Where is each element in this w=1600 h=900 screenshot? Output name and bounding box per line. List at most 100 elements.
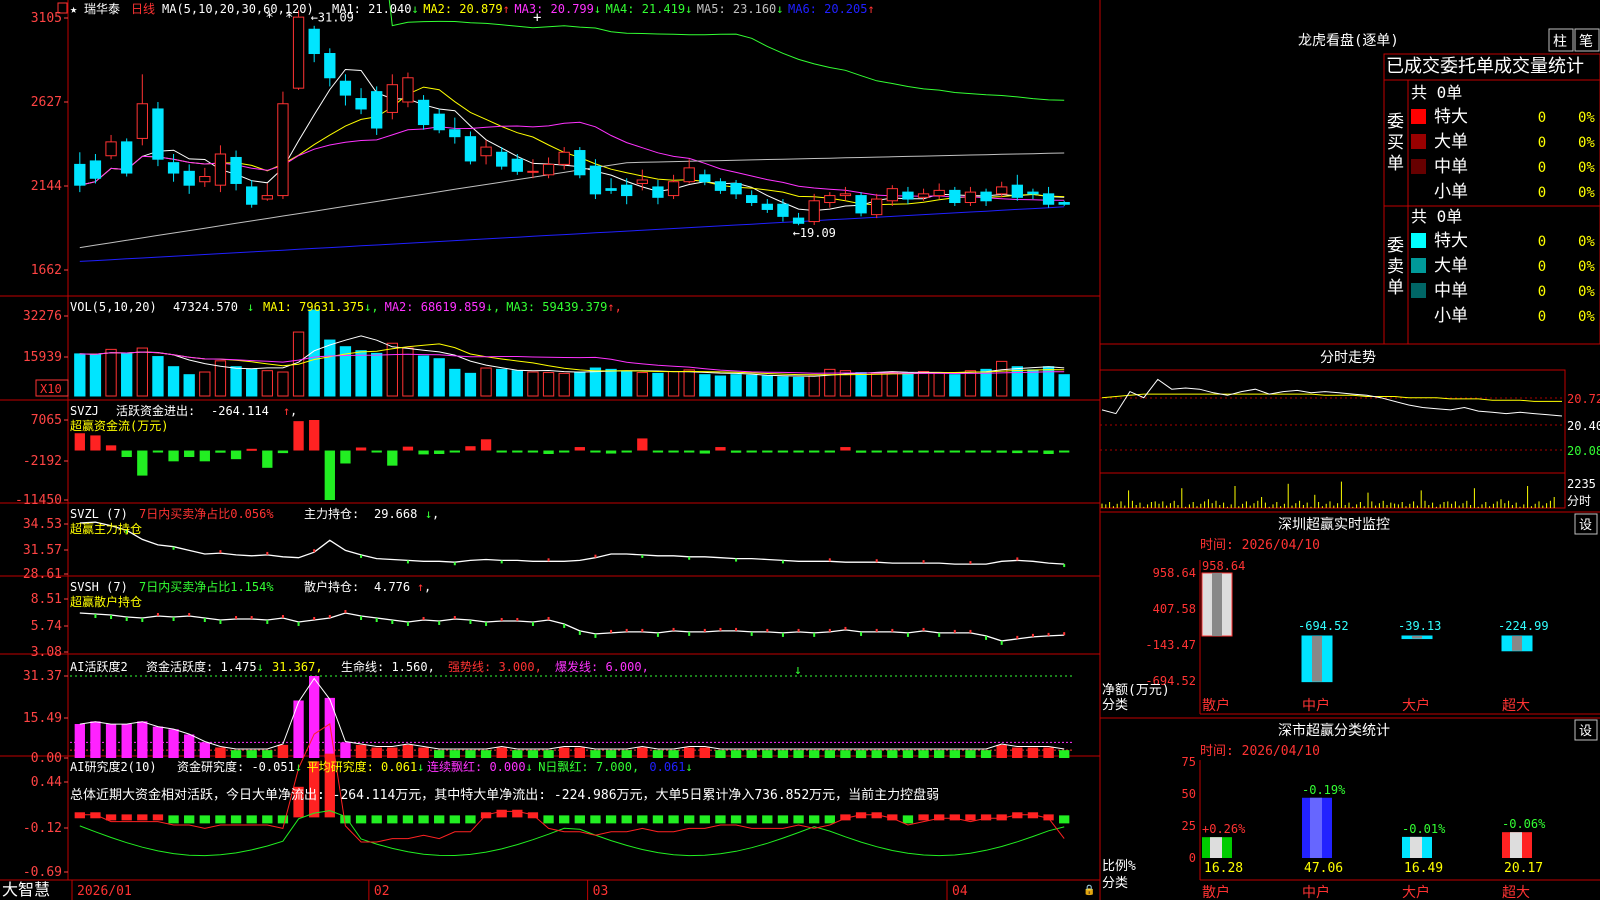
volume-bar[interactable] <box>808 375 820 397</box>
volume-bar[interactable] <box>230 366 242 397</box>
fund-flow-bar[interactable] <box>480 439 492 451</box>
candle[interactable] <box>746 190 758 206</box>
volume-bar[interactable] <box>199 371 211 397</box>
activity-bar[interactable] <box>590 750 601 758</box>
volume-bar[interactable] <box>792 376 805 397</box>
volume-bar[interactable] <box>1027 369 1039 397</box>
fund-flow-bar[interactable] <box>996 450 1007 453</box>
fund-flow-bar[interactable] <box>902 450 914 453</box>
realtime-bar[interactable] <box>1201 572 1233 637</box>
activity-bar[interactable] <box>605 750 617 758</box>
volume-bar[interactable] <box>667 370 680 397</box>
volume-bar[interactable] <box>1042 366 1055 397</box>
fund-flow-bar[interactable] <box>621 450 632 453</box>
activity-bar[interactable] <box>840 750 851 758</box>
research-bar[interactable] <box>715 815 726 824</box>
candle[interactable] <box>683 159 695 184</box>
activity-bar[interactable] <box>465 750 476 758</box>
candle[interactable] <box>871 193 883 219</box>
fund-flow-bar[interactable] <box>809 450 820 453</box>
candle[interactable] <box>511 154 523 175</box>
activity-bar[interactable] <box>746 750 757 758</box>
activity-bar[interactable] <box>230 750 242 758</box>
activity-bar[interactable] <box>74 724 85 758</box>
activity-bar[interactable] <box>1059 750 1070 758</box>
fund-flow-bar[interactable] <box>371 450 382 453</box>
fund-flow-bar[interactable] <box>980 450 992 453</box>
ai-activity-panel[interactable]: 31.37 15.49 0.00 资金活跃度: 1.475↓ 31.367, 生命线: 1… <box>23 659 1072 766</box>
fund-flow-bar[interactable] <box>746 450 757 453</box>
research-bar[interactable] <box>762 815 773 824</box>
volume-bar[interactable] <box>933 372 945 397</box>
activity-bar[interactable] <box>527 750 539 758</box>
volume-bar[interactable] <box>480 367 492 397</box>
candle[interactable] <box>714 178 727 194</box>
fund-flow-bar[interactable] <box>855 450 867 453</box>
candle[interactable] <box>261 183 273 201</box>
research-bar[interactable] <box>246 815 257 824</box>
activity-bar[interactable] <box>184 734 195 758</box>
volume-bar[interactable] <box>527 371 539 397</box>
volume-bar[interactable] <box>636 372 648 397</box>
activity-bar[interactable] <box>793 750 804 758</box>
candle[interactable] <box>277 91 289 200</box>
volume-bar[interactable] <box>871 372 883 397</box>
research-bar[interactable] <box>918 814 929 821</box>
activity-bar[interactable] <box>105 724 117 758</box>
fund-flow-bar[interactable] <box>605 450 617 454</box>
volume-bar[interactable] <box>246 368 258 397</box>
activity-bar[interactable] <box>262 750 273 758</box>
fund-flow-bar[interactable] <box>121 450 132 458</box>
research-bar[interactable] <box>512 809 523 818</box>
volume-bar[interactable] <box>761 375 773 397</box>
research-bar[interactable] <box>605 815 617 824</box>
fund-flow-bar[interactable] <box>777 450 789 453</box>
fund-flow-bar[interactable] <box>293 421 304 451</box>
volume-bar[interactable] <box>1058 374 1070 397</box>
fund-flow-bar[interactable] <box>355 447 367 451</box>
activity-bar[interactable] <box>668 750 679 758</box>
volume-bar[interactable] <box>996 360 1008 397</box>
research-bar[interactable] <box>559 815 570 824</box>
candle[interactable] <box>292 10 305 90</box>
volume-bar[interactable] <box>136 347 148 397</box>
fund-flow-bar[interactable] <box>340 450 351 464</box>
fund-flow-bar[interactable] <box>90 435 101 451</box>
candle[interactable] <box>214 145 227 193</box>
fund-flow-bar[interactable] <box>934 450 945 453</box>
research-bar[interactable] <box>699 815 710 824</box>
volume-bar[interactable] <box>949 374 961 397</box>
research-bar[interactable] <box>777 815 789 824</box>
fund-flow-bar[interactable] <box>1012 450 1023 454</box>
activity-bar[interactable] <box>449 750 460 758</box>
research-bar[interactable] <box>277 815 289 824</box>
research-bar[interactable] <box>1059 815 1070 824</box>
candle[interactable] <box>839 186 852 201</box>
research-bar[interactable] <box>574 815 585 824</box>
volume-bar[interactable] <box>886 371 898 397</box>
fund-flow-bar[interactable] <box>965 450 976 453</box>
research-bar[interactable] <box>746 815 757 824</box>
volume-bar[interactable] <box>542 372 555 397</box>
candle[interactable] <box>433 108 445 134</box>
research-bar[interactable] <box>434 815 445 824</box>
realtime-bar[interactable] <box>1401 635 1433 640</box>
lock-icon[interactable]: 🔒 <box>1083 884 1095 896</box>
volume-bar[interactable] <box>699 374 711 397</box>
classify-bar[interactable] <box>1402 836 1432 858</box>
fund-flow-bar[interactable] <box>230 450 242 460</box>
volume-bar[interactable] <box>183 374 195 397</box>
volume-bar[interactable] <box>683 369 695 397</box>
candle[interactable] <box>246 179 258 208</box>
fund-flow-bar[interactable] <box>684 450 695 453</box>
activity-bar[interactable] <box>730 750 742 758</box>
volume-bar[interactable] <box>621 370 633 397</box>
research-bar[interactable] <box>668 815 679 824</box>
activity-bar[interactable] <box>152 726 164 758</box>
fund-flow-bar[interactable] <box>105 445 117 451</box>
price-panel[interactable]: 3105262721441662MA(5,10,20,30,60,120) MA1… <box>31 0 1070 278</box>
candle[interactable] <box>1027 188 1039 200</box>
activity-bar[interactable] <box>434 750 445 758</box>
fund-flow-bar[interactable] <box>793 450 804 453</box>
activity-bar[interactable] <box>480 750 492 758</box>
